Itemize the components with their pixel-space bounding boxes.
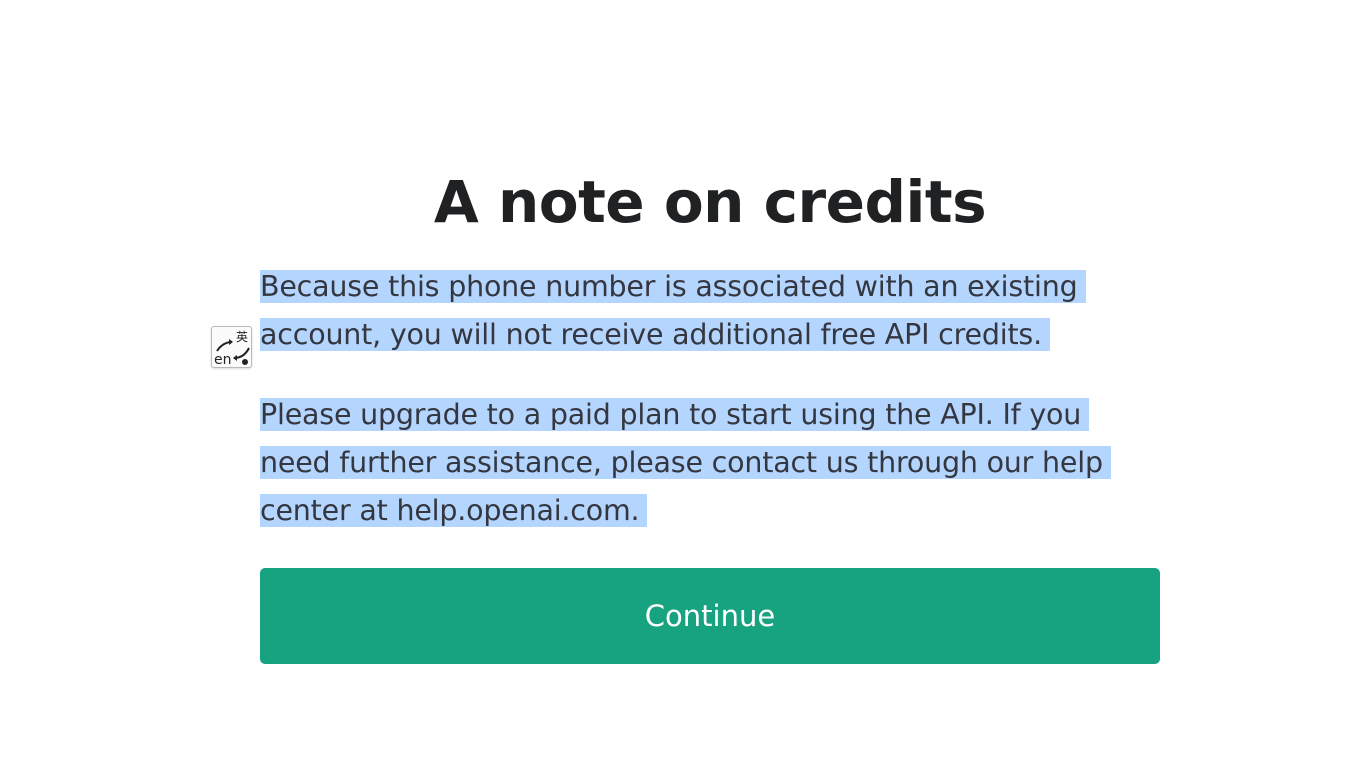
existing-account-notice-text: Because this phone number is associated … (260, 270, 1086, 351)
translate-widget[interactable]: 英 en (211, 326, 252, 368)
upgrade-notice: Please upgrade to a paid plan to start u… (260, 391, 1155, 535)
upgrade-notice-text: Please upgrade to a paid plan to start u… (260, 398, 1111, 527)
translate-target-glyph: 英 (236, 330, 248, 344)
translate-source-text: en (214, 352, 232, 367)
page-title: A note on credits (433, 168, 987, 236)
translate-icon: 英 en (214, 330, 250, 367)
existing-account-notice: Because this phone number is associated … (260, 263, 1155, 359)
continue-button[interactable]: Continue (260, 568, 1160, 664)
credits-note-page: A note on credits 英 en Because this phon… (0, 0, 1350, 780)
